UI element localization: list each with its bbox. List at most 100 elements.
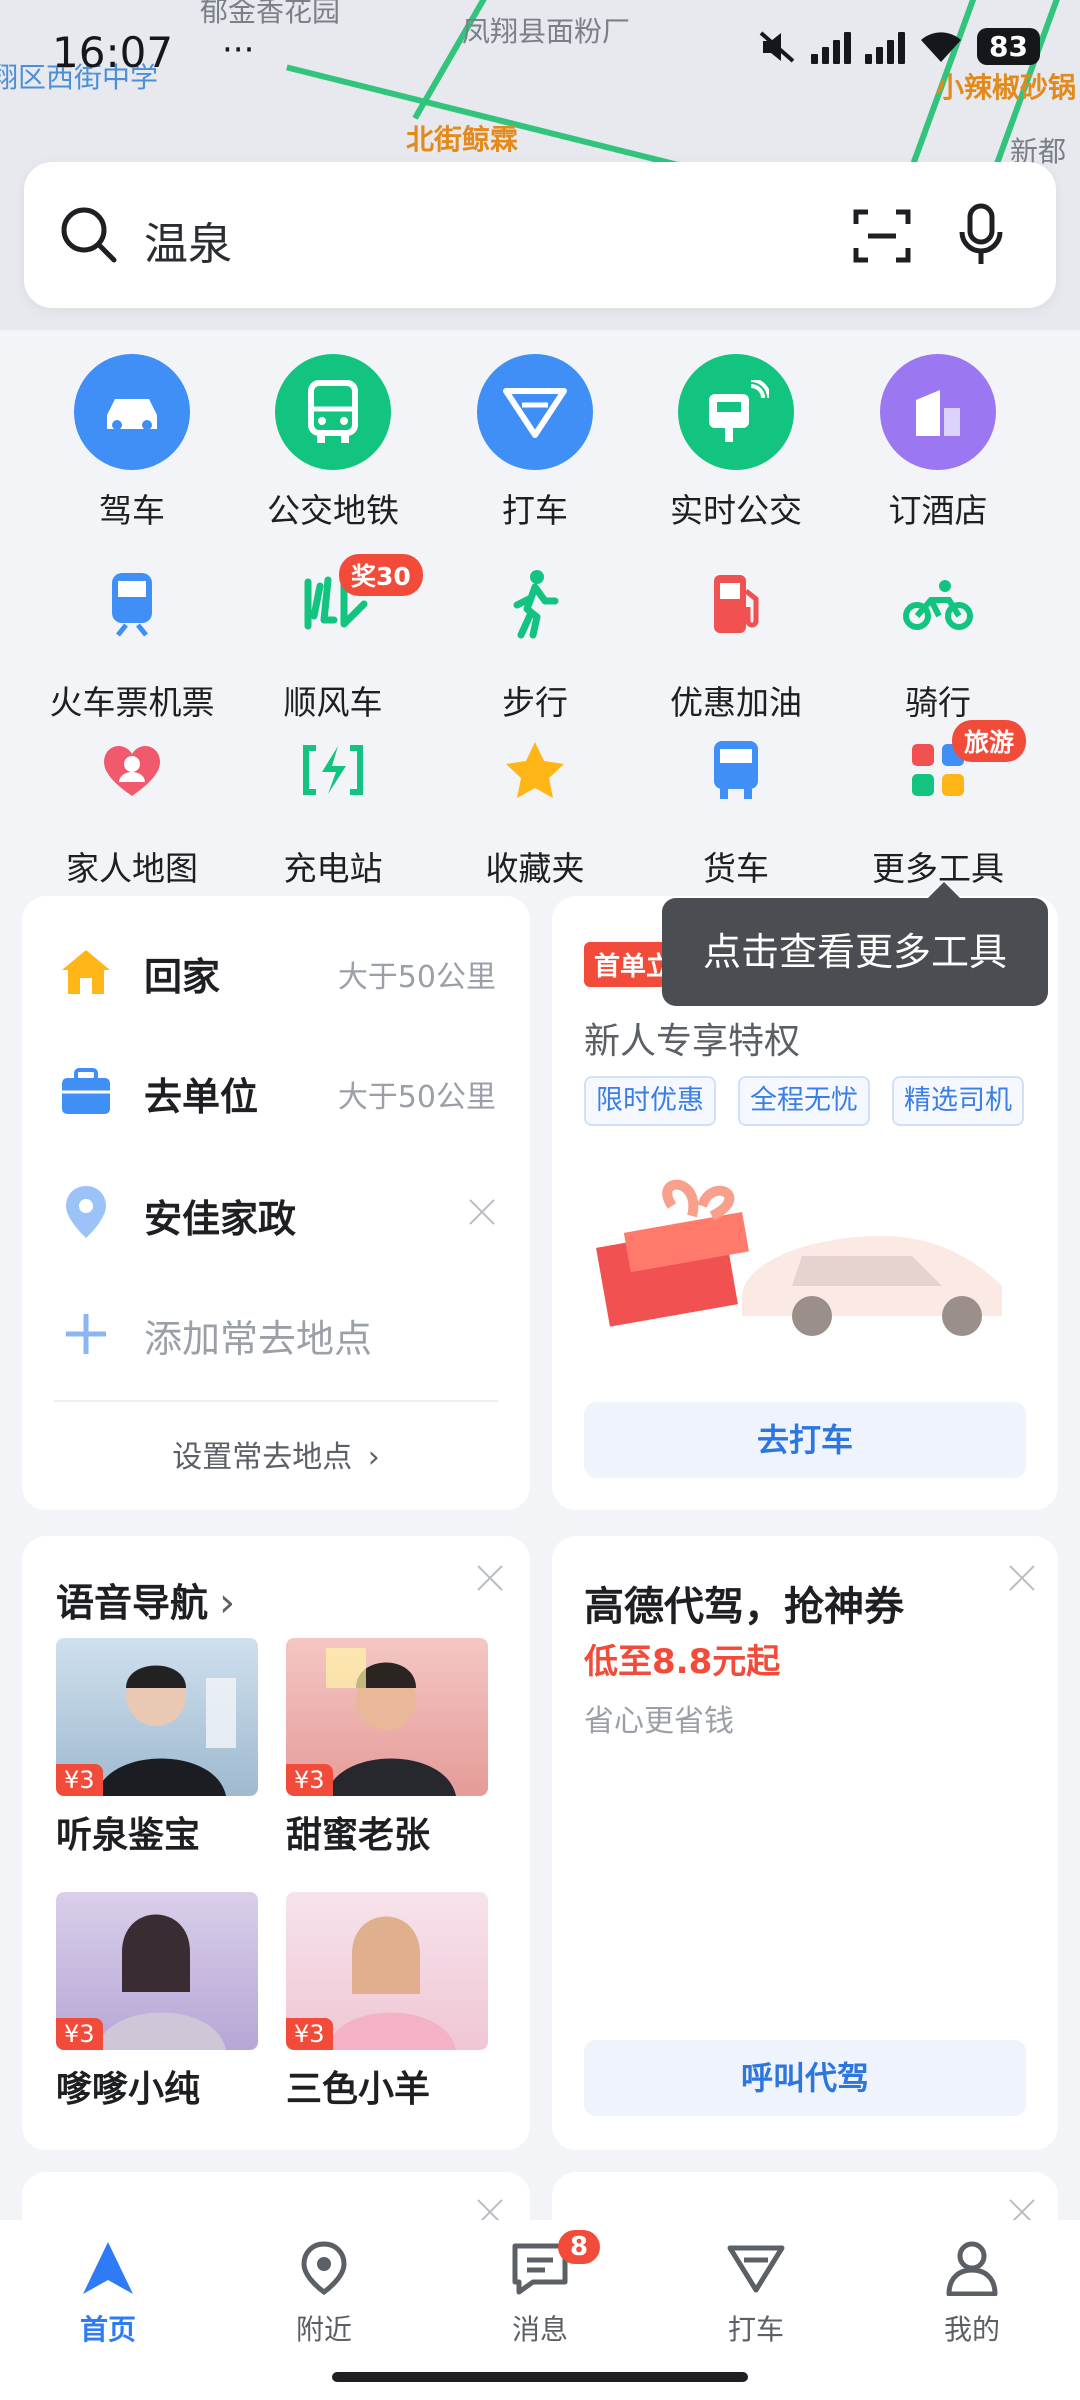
tool-walk[interactable]: 步行 — [435, 546, 635, 724]
tool-bike[interactable]: 骑行 — [838, 546, 1038, 724]
tool-hotel[interactable]: 订酒店 — [838, 354, 1038, 532]
tool-truck[interactable]: 货车 — [636, 712, 836, 890]
divider — [54, 1400, 498, 1402]
price-badge: ¥3 — [56, 1764, 103, 1796]
tab-taxi[interactable]: 打车 — [676, 2240, 836, 2348]
charging-icon — [275, 712, 391, 828]
mute-icon — [759, 30, 795, 63]
voice-pack-thumb[interactable]: ¥3 — [286, 1892, 488, 2050]
tab-messages[interactable]: 8 消息 — [460, 2230, 620, 2348]
more-tools-tooltip[interactable]: 点击查看更多工具 — [662, 882, 1048, 1006]
driver-card-promo: 低至8.8元起 — [584, 1642, 781, 1682]
close-icon[interactable] — [1008, 1564, 1036, 1592]
tool-label: 货车 — [703, 849, 769, 888]
bus-icon — [275, 354, 391, 470]
microphone-icon[interactable] — [956, 202, 1006, 268]
tool-realtime-bus[interactable]: 实时公交 — [636, 354, 836, 532]
star-icon — [477, 712, 593, 828]
designated-driver-card[interactable]: 高德代驾，抢神券 低至8.8元起 省心更省钱 呼叫代驾 — [552, 1536, 1058, 2150]
map-label: 郁金香花园 — [200, 0, 341, 28]
tool-charging[interactable]: 充电站 — [233, 712, 433, 890]
tab-profile[interactable]: 我的 — [892, 2240, 1052, 2348]
price-badge: ¥3 — [286, 2018, 333, 2050]
voice-pack-name: 听泉鉴宝 — [56, 1815, 201, 1856]
taxi-icon — [477, 354, 593, 470]
scan-icon[interactable] — [852, 206, 912, 266]
tool-drive[interactable]: 驾车 — [32, 354, 232, 532]
search-icon — [61, 207, 117, 263]
place-saved-label: 安佳家政 — [144, 1197, 297, 1241]
tab-home[interactable]: 首页 — [28, 2240, 188, 2348]
search-bar[interactable]: 温泉 — [24, 162, 1056, 308]
place-home-label: 回家 — [144, 955, 221, 999]
realtime-bus-icon — [678, 354, 794, 470]
status-dots: ··· — [222, 30, 255, 70]
voice-nav-card: 语音导航 › ¥3 听泉鉴宝 ¥3 甜蜜老张 ¥3 嗲嗲小纯 ¥3 三色小羊 — [22, 1536, 530, 2150]
battery-icon: 83 — [977, 28, 1040, 65]
tool-carpool[interactable]: 奖30 顺风车 — [233, 546, 433, 724]
tool-taxi[interactable]: 打车 — [435, 354, 635, 532]
place-home[interactable]: 回家 大于50公里 — [22, 926, 530, 1016]
taxi-illustration — [592, 1176, 1032, 1336]
promo-tag: 全程无忧 — [738, 1076, 870, 1126]
signal-icon — [865, 30, 906, 64]
voice-pack-thumb[interactable]: ¥3 — [56, 1638, 258, 1796]
hotel-icon — [880, 354, 996, 470]
gas-icon — [678, 546, 794, 662]
place-saved[interactable]: 安佳家政 — [22, 1168, 530, 1258]
chevron-right-icon: › — [367, 1440, 380, 1475]
tool-label: 订酒店 — [888, 491, 988, 530]
go-taxi-button[interactable]: 去打车 — [584, 1402, 1026, 1478]
promo-tag: 精选司机 — [892, 1076, 1024, 1126]
close-icon[interactable] — [476, 1564, 504, 1592]
location-pin-icon — [301, 2241, 347, 2296]
voice-pack-name: 三色小羊 — [286, 2069, 431, 2110]
tool-label: 驾车 — [99, 491, 165, 530]
voice-pack-name: 嗲嗲小纯 — [56, 2069, 201, 2110]
status-time: 16:07 — [52, 28, 174, 77]
tab-label: 消息 — [511, 2313, 568, 2346]
search-input[interactable]: 温泉 — [144, 208, 232, 272]
navigation-arrow-icon — [83, 2242, 133, 2294]
message-count-badge: 8 — [558, 2230, 601, 2264]
tab-label: 打车 — [727, 2313, 784, 2346]
set-places-link[interactable]: 设置常去地点 › — [22, 1432, 530, 1476]
tool-family-map[interactable]: 家人地图 — [32, 712, 232, 890]
voice-pack-name: 甜蜜老张 — [286, 1815, 431, 1856]
tab-label: 附近 — [295, 2313, 352, 2346]
promo-tag: 限时优惠 — [584, 1076, 716, 1126]
voice-pack-thumb[interactable]: ¥3 — [286, 1638, 488, 1796]
tool-train[interactable]: 火车票机票 — [32, 546, 232, 724]
tool-bus[interactable]: 公交地铁 — [233, 354, 433, 532]
tool-label: 实时公交 — [670, 491, 802, 530]
place-add[interactable]: 添加常去地点 — [22, 1288, 530, 1378]
close-icon[interactable] — [468, 1198, 496, 1226]
signal-icon — [811, 30, 852, 64]
tool-gas[interactable]: 优惠加油 — [636, 546, 836, 724]
tab-label: 我的 — [943, 2313, 1000, 2346]
place-work-distance: 大于50公里 — [337, 1080, 496, 1115]
train-icon — [74, 546, 190, 662]
truck-icon — [678, 712, 794, 828]
call-driver-button[interactable]: 呼叫代驾 — [584, 2040, 1026, 2116]
taxi-icon — [727, 2245, 785, 2293]
home-indicator[interactable] — [332, 2372, 748, 2382]
walk-icon — [477, 546, 593, 662]
plus-icon — [66, 1314, 106, 1354]
tool-favorites[interactable]: 收藏夹 — [435, 712, 635, 890]
carpool-badge: 奖30 — [339, 554, 423, 596]
set-places-label: 设置常去地点 — [172, 1440, 353, 1475]
status-bar: 16:07 ··· 83 — [0, 28, 1080, 88]
places-card: 回家 大于50公里 去单位 大于50公里 安佳家政 添加常去地点 设置常去地点 … — [22, 896, 530, 1510]
tab-nearby[interactable]: 附近 — [244, 2240, 404, 2348]
voice-nav-title: 语音导航 — [56, 1581, 209, 1625]
tool-label: 收藏夹 — [485, 849, 585, 888]
briefcase-icon — [62, 1068, 110, 1114]
tool-more[interactable]: 旅游 更多工具 — [838, 712, 1038, 890]
family-map-icon — [74, 712, 190, 828]
tool-label: 充电站 — [283, 849, 383, 888]
voice-nav-header[interactable]: 语音导航 › — [56, 1572, 235, 1627]
voice-pack-thumb[interactable]: ¥3 — [56, 1892, 258, 2050]
place-work[interactable]: 去单位 大于50公里 — [22, 1046, 530, 1136]
wifi-icon — [921, 31, 962, 62]
